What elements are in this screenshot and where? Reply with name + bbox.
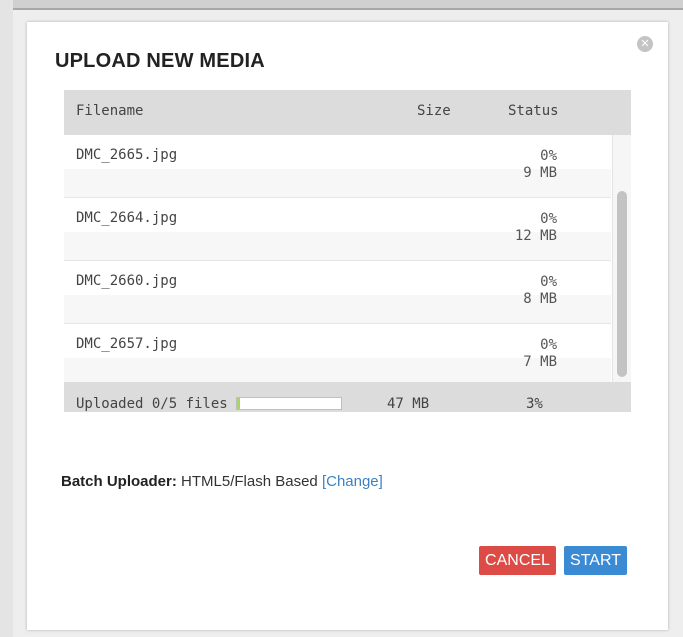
file-row[interactable]: DMC_2660.jpg 0% 8 MB	[64, 261, 611, 324]
upload-queue-table: Filename Size Status DMC_2665.jpg 0% 9 M…	[64, 90, 631, 412]
backdrop-divider	[0, 8, 683, 10]
backdrop-left-edge	[0, 0, 13, 637]
batch-uploader-label: Batch Uploader:	[61, 473, 177, 490]
file-list[interactable]: DMC_2665.jpg 0% 9 MB DMC_2664.jpg 0% 12 …	[64, 135, 631, 382]
file-size: 9 MB	[523, 165, 557, 181]
file-percent: 0%	[540, 274, 557, 290]
close-circle-icon[interactable]: ✕	[637, 36, 653, 52]
uploaded-count: Uploaded 0/5 files	[76, 396, 228, 412]
dialog-title: UPLOAD NEW MEDIA	[55, 50, 265, 72]
header-status[interactable]: Status	[508, 103, 559, 119]
batch-uploader-line: Batch Uploader: HTML5/Flash Based [Chang…	[61, 473, 383, 490]
table-footer: Uploaded 0/5 files 47 MB 3%	[64, 382, 631, 412]
file-percent: 0%	[540, 148, 557, 164]
file-row[interactable]: DMC_2664.jpg 0% 12 MB	[64, 198, 611, 261]
scrollbar-thumb[interactable]	[617, 191, 627, 377]
total-percent: 3%	[526, 396, 543, 412]
file-name: DMC_2657.jpg	[76, 336, 178, 352]
cancel-button[interactable]: CANCEL	[479, 546, 556, 575]
header-size[interactable]: Size	[417, 103, 451, 119]
file-size: 12 MB	[514, 228, 557, 244]
upload-progress-bar	[236, 397, 342, 410]
file-size: 7 MB	[523, 354, 557, 370]
upload-progress-fill	[237, 398, 240, 409]
file-percent: 0%	[540, 337, 557, 353]
file-name: DMC_2660.jpg	[76, 273, 178, 289]
file-row[interactable]: DMC_2657.jpg 0% 7 MB	[64, 324, 611, 382]
file-name: DMC_2664.jpg	[76, 210, 178, 226]
start-button[interactable]: START	[564, 546, 627, 575]
total-size: 47 MB	[387, 396, 430, 412]
scrollbar-track[interactable]	[612, 135, 631, 382]
file-row[interactable]: DMC_2665.jpg 0% 9 MB	[64, 135, 611, 198]
upload-media-dialog: ✕ UPLOAD NEW MEDIA Filename Size Status …	[27, 22, 668, 630]
table-header: Filename Size Status	[64, 90, 631, 135]
file-size: 8 MB	[523, 291, 557, 307]
file-name: DMC_2665.jpg	[76, 147, 178, 163]
file-percent: 0%	[540, 211, 557, 227]
change-uploader-link[interactable]: [Change]	[322, 473, 383, 490]
header-filename[interactable]: Filename	[76, 103, 143, 119]
batch-uploader-value: HTML5/Flash Based	[181, 473, 318, 490]
